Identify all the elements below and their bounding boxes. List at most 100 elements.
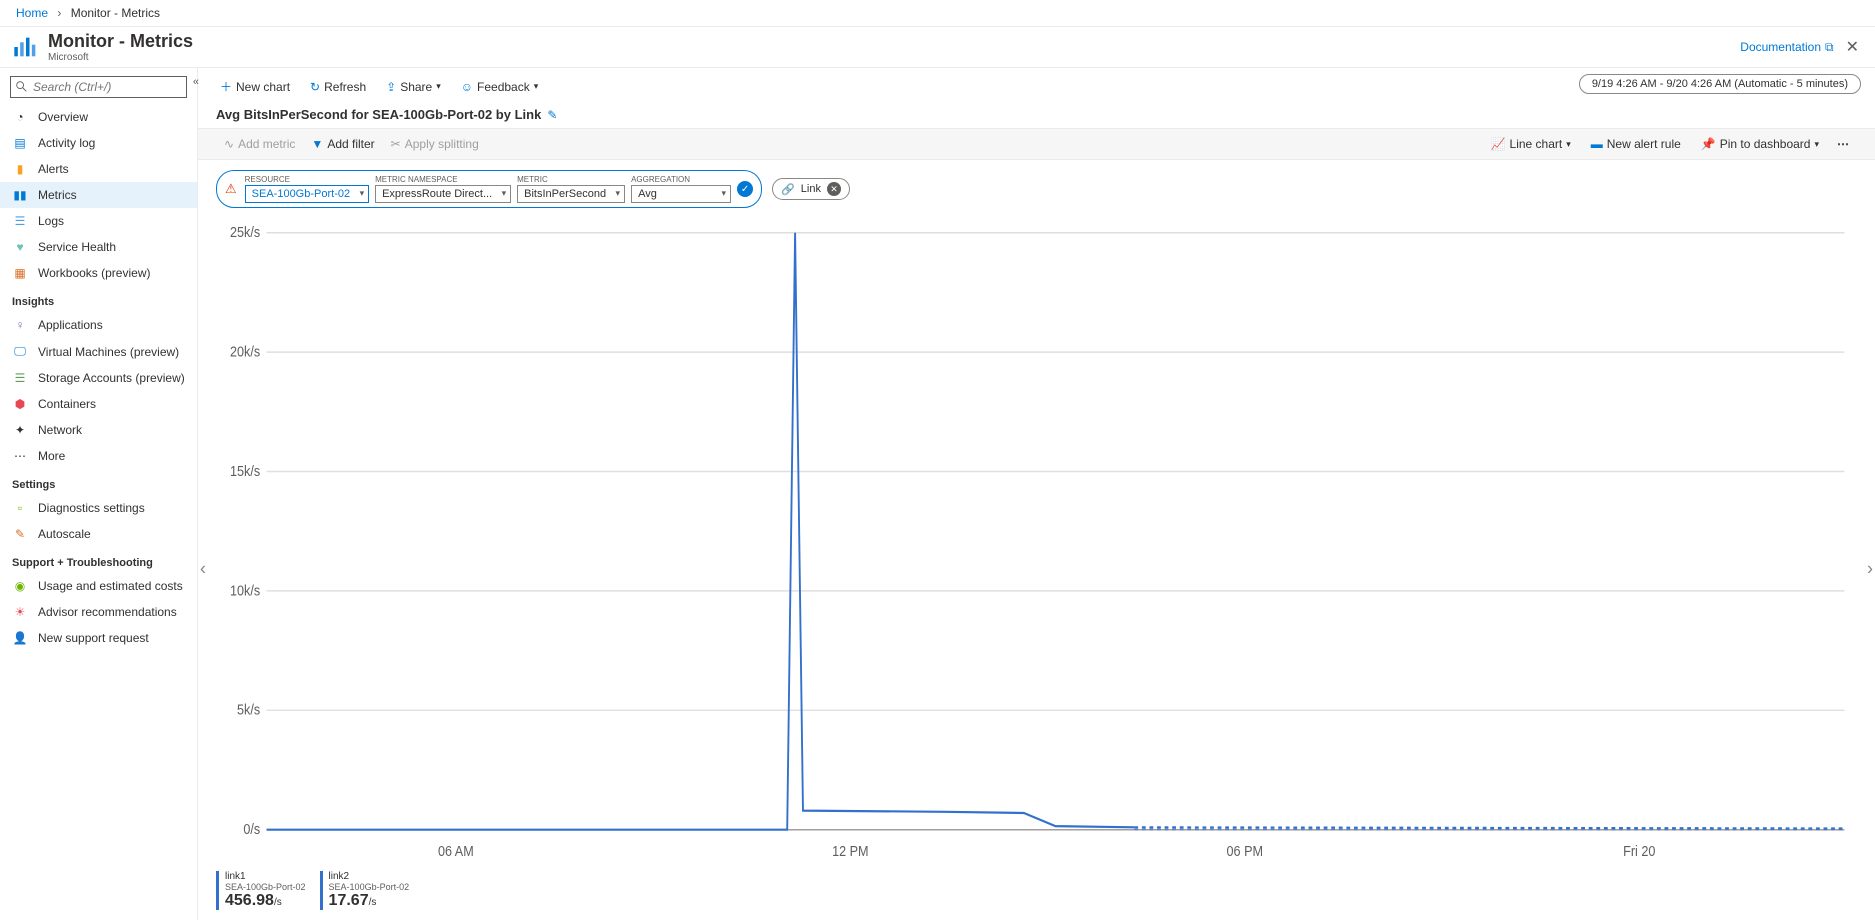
chart-title: Avg BitsInPerSecond for SEA-100Gb-Port-0… — [216, 107, 541, 122]
add-filter-button[interactable]: ▼Add filter — [303, 134, 382, 154]
sidebar-item-service-health[interactable]: ♥Service Health — [0, 234, 197, 260]
breadcrumb-sep: › — [57, 6, 61, 20]
sidebar-item-advisor[interactable]: ☀ Advisor recommendations — [0, 599, 197, 625]
sidebar-item-autoscale[interactable]: ✎ Autoscale — [0, 521, 197, 547]
sidebar-item-logs[interactable]: ☰Logs — [0, 208, 197, 234]
resource-select[interactable]: SEA-100Gb-Port-02 — [245, 185, 369, 203]
sidebar-item-label: Autoscale — [38, 527, 91, 541]
sidebar-item-label: Applications — [38, 318, 103, 332]
section-support: Support + Troubleshooting — [0, 547, 197, 573]
advisor-icon: ☀ — [12, 605, 28, 619]
sidebar-item-label: Usage and estimated costs — [38, 579, 183, 593]
add-metric-button[interactable]: ∿Add metric — [216, 134, 303, 154]
sidebar-item-activity-log[interactable]: ▤Activity log — [0, 130, 197, 156]
svg-text:5k/s: 5k/s — [237, 702, 260, 718]
chart-icon: ▮▮ — [12, 188, 28, 202]
page-header: Monitor - Metrics Microsoft Documentatio… — [0, 27, 1875, 68]
sidebar-item-network[interactable]: ✦Network — [0, 417, 197, 443]
close-icon[interactable]: ✕ — [1846, 37, 1859, 57]
logs-icon: ☰ — [12, 214, 28, 228]
sidebar-item-label: Service Health — [38, 240, 116, 254]
time-range-picker[interactable]: 9/19 4:26 AM - 9/20 4:26 AM (Automatic -… — [1579, 74, 1861, 94]
support-icon: 👤 — [12, 631, 28, 645]
svg-text:06 AM: 06 AM — [438, 843, 474, 859]
chart-nav-right[interactable]: › — [1867, 559, 1873, 580]
sidebar-item-label: Advisor recommendations — [38, 605, 177, 619]
remove-icon[interactable]: ✕ — [827, 182, 841, 196]
more-button[interactable]: ⋯ — [1831, 133, 1857, 155]
alert-rule-icon: ▬ — [1591, 137, 1603, 151]
search-input[interactable] — [10, 76, 187, 98]
pin-button[interactable]: 📌Pin to dashboard ▾ — [1693, 134, 1827, 154]
documentation-link[interactable]: Documentation ⧉ — [1740, 40, 1833, 55]
sidebar-item-vms[interactable]: 🖵Virtual Machines (preview) — [0, 338, 197, 365]
chart-toolbar: ∿Add metric ▼Add filter ✂Apply splitting… — [198, 128, 1875, 160]
cost-icon: ◉ — [12, 579, 28, 593]
container-icon: ⬢ — [12, 397, 28, 411]
metric-icon: ∿ — [224, 137, 234, 151]
svg-text:Fri 20: Fri 20 — [1623, 843, 1656, 859]
alert-icon: ▮ — [12, 162, 28, 176]
autoscale-icon: ✎ — [12, 527, 28, 541]
chart-canvas: 0/s5k/s10k/s15k/s20k/s25k/s06 AM12 PM06 … — [216, 218, 1857, 865]
breadcrumb-home[interactable]: Home — [16, 6, 48, 20]
line-chart-icon: 📈 — [1491, 137, 1506, 151]
metric-selector-row: ⚠ RESOURCE SEA-100Gb-Port-02 METRIC NAME… — [198, 160, 1875, 218]
sidebar-item-usage[interactable]: ◉ Usage and estimated costs — [0, 573, 197, 599]
section-insights: Insights — [0, 286, 197, 312]
refresh-button[interactable]: ↻Refresh — [302, 76, 374, 98]
aggregation-label: AGGREGATION — [631, 175, 731, 184]
aggregation-select[interactable]: Avg — [631, 185, 731, 203]
svg-text:20k/s: 20k/s — [230, 344, 260, 360]
legend-item-link1[interactable]: link1 SEA-100Gb-Port-02 456.98/s — [216, 871, 306, 910]
link-pill-label: Link — [801, 183, 821, 195]
storage-icon: ☰ — [12, 371, 28, 385]
gauge-icon: ◔ — [12, 110, 28, 124]
sidebar-item-workbooks[interactable]: ▦Workbooks (preview) — [0, 260, 197, 286]
log-icon: ▤ — [12, 136, 28, 150]
filter-icon: ▼ — [311, 137, 323, 151]
svg-text:10k/s: 10k/s — [230, 582, 260, 598]
apply-splitting-button[interactable]: ✂Apply splitting — [383, 134, 487, 154]
svg-text:25k/s: 25k/s — [230, 224, 260, 240]
link-filter-pill[interactable]: 🔗 Link ✕ — [772, 178, 850, 200]
sidebar-item-more[interactable]: ⋯More — [0, 443, 197, 469]
search-icon — [16, 81, 27, 95]
warning-icon: ⚠ — [225, 181, 237, 197]
split-icon: ✂ — [391, 137, 401, 151]
new-chart-button[interactable]: ＋New chart — [212, 74, 298, 99]
external-link-icon: ⧉ — [1825, 40, 1834, 55]
sidebar-item-diagnostics[interactable]: ▫Diagnostics settings — [0, 495, 197, 521]
legend-item-link2[interactable]: link2 SEA-100Gb-Port-02 17.67/s — [320, 871, 410, 910]
vm-icon: 🖵 — [12, 344, 28, 359]
share-button[interactable]: ⇪Share ▾ — [378, 76, 449, 98]
chevron-down-icon: ▾ — [1814, 139, 1819, 150]
sidebar-item-support-request[interactable]: 👤New support request — [0, 625, 197, 651]
bulb-icon: ♀ — [12, 318, 28, 332]
sidebar-item-label: More — [38, 449, 65, 463]
legend-name: link1 — [225, 871, 306, 882]
check-icon: ✓ — [737, 181, 753, 197]
main: ＋New chart ↻Refresh ⇪Share ▾ ☺Feedback ▾… — [198, 68, 1875, 920]
svg-text:15k/s: 15k/s — [230, 463, 260, 479]
sidebar-item-label: Alerts — [38, 162, 69, 176]
chart-type-select[interactable]: 📈Line chart ▾ — [1483, 134, 1579, 154]
namespace-select[interactable]: ExpressRoute Direct... — [375, 185, 511, 203]
sidebar-item-overview[interactable]: ◔ Overview — [0, 104, 197, 130]
sidebar-item-alerts[interactable]: ▮ Alerts — [0, 156, 197, 182]
sidebar-item-applications[interactable]: ♀ Applications — [0, 312, 197, 338]
smile-icon: ☺ — [461, 80, 473, 94]
plus-icon: ＋ — [220, 78, 232, 95]
metric-select[interactable]: BitsInPerSecond — [517, 185, 625, 203]
feedback-button[interactable]: ☺Feedback ▾ — [453, 76, 547, 98]
resource-label: RESOURCE — [245, 175, 369, 184]
edit-icon[interactable]: ✎ — [547, 108, 557, 122]
chevron-down-icon: ▾ — [1566, 139, 1571, 150]
sidebar-item-metrics[interactable]: ▮▮Metrics — [0, 182, 197, 208]
sidebar-item-storage[interactable]: ☰Storage Accounts (preview) — [0, 365, 197, 391]
sidebar-item-containers[interactable]: ⬢Containers — [0, 391, 197, 417]
diag-icon: ▫ — [12, 501, 28, 515]
chart-nav-left[interactable]: ‹ — [200, 559, 206, 580]
sidebar-item-label: Overview — [38, 110, 88, 124]
new-alert-rule-button[interactable]: ▬New alert rule — [1583, 134, 1689, 154]
